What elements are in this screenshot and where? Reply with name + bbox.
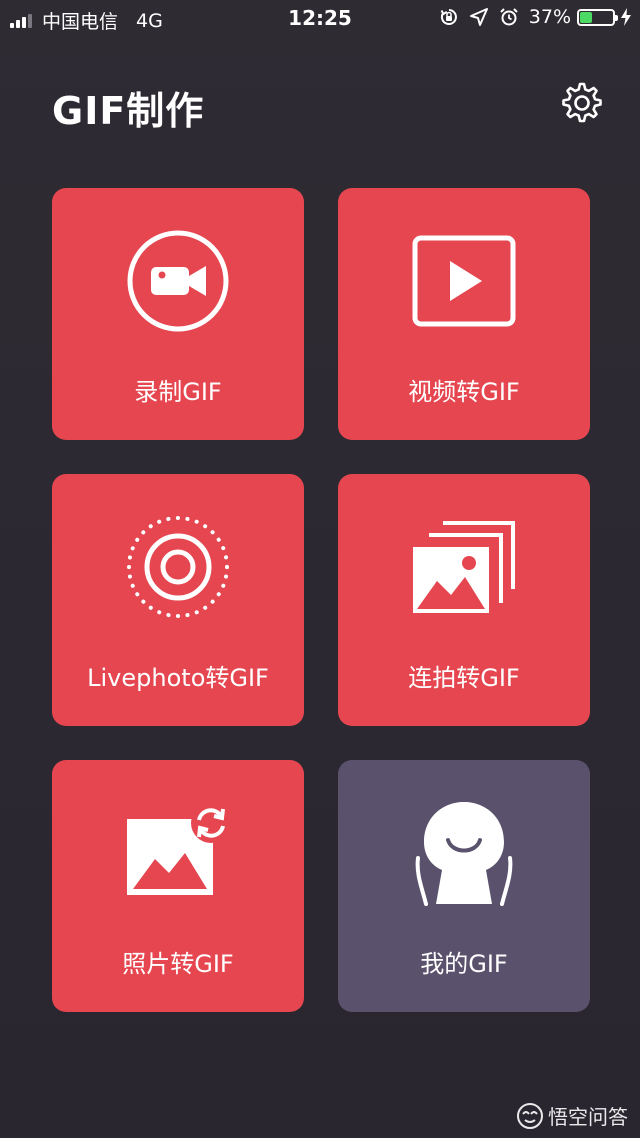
battery-fill [580, 11, 592, 23]
livephoto-to-gif-tile[interactable]: Livephoto转GIF [52, 474, 304, 726]
watermark-text: 悟空问答 [548, 1105, 628, 1129]
burst-to-gif-tile[interactable]: 连拍转GIF [338, 474, 590, 726]
charging-bolt-icon [621, 8, 631, 26]
record-gif-tile[interactable]: 录制GIF [52, 188, 304, 440]
tile-label: 连拍转GIF [408, 664, 520, 692]
battery-tip [615, 14, 618, 21]
photo-convert-icon [127, 803, 231, 895]
tile-label: 我的GIF [420, 950, 508, 978]
tile-icon-wrap [338, 512, 590, 622]
tile-icon-wrap [338, 798, 590, 908]
settings-button[interactable] [558, 79, 606, 127]
tile-icon-wrap [52, 798, 304, 908]
tile-icon-wrap [52, 512, 304, 622]
burst-photos-icon [413, 521, 515, 613]
battery-icon [577, 8, 618, 26]
orientation-lock-icon [440, 9, 457, 25]
my-gif-tile[interactable]: 我的GIF [338, 760, 590, 1012]
tile-label: 照片转GIF [122, 950, 234, 978]
tile-label: 视频转GIF [408, 378, 520, 406]
page-title: GIF制作 [52, 89, 205, 133]
watermark: 悟空问答 [516, 1101, 628, 1130]
status-right: 37% [439, 6, 632, 28]
location-arrow-icon [469, 8, 488, 26]
person-icon [415, 802, 513, 906]
tile-label: 录制GIF [134, 378, 222, 406]
video-to-gif-tile[interactable]: 视频转GIF [338, 188, 590, 440]
tile-icon-wrap [338, 226, 590, 336]
alarm-clock-icon [500, 8, 518, 26]
wukong-logo-icon [517, 1102, 543, 1129]
gear-icon [562, 82, 602, 123]
status-bar: 中国电信 4G 12:25 37% [0, 0, 640, 36]
live-photo-icon [127, 516, 229, 618]
photo-to-gif-tile[interactable]: 照片转GIF [52, 760, 304, 1012]
tile-icon-wrap [52, 226, 304, 336]
video-camera-icon [127, 230, 229, 332]
battery-percent: 37% [528, 6, 571, 28]
tile-label: Livephoto转GIF [87, 664, 269, 692]
play-video-icon [412, 235, 516, 327]
